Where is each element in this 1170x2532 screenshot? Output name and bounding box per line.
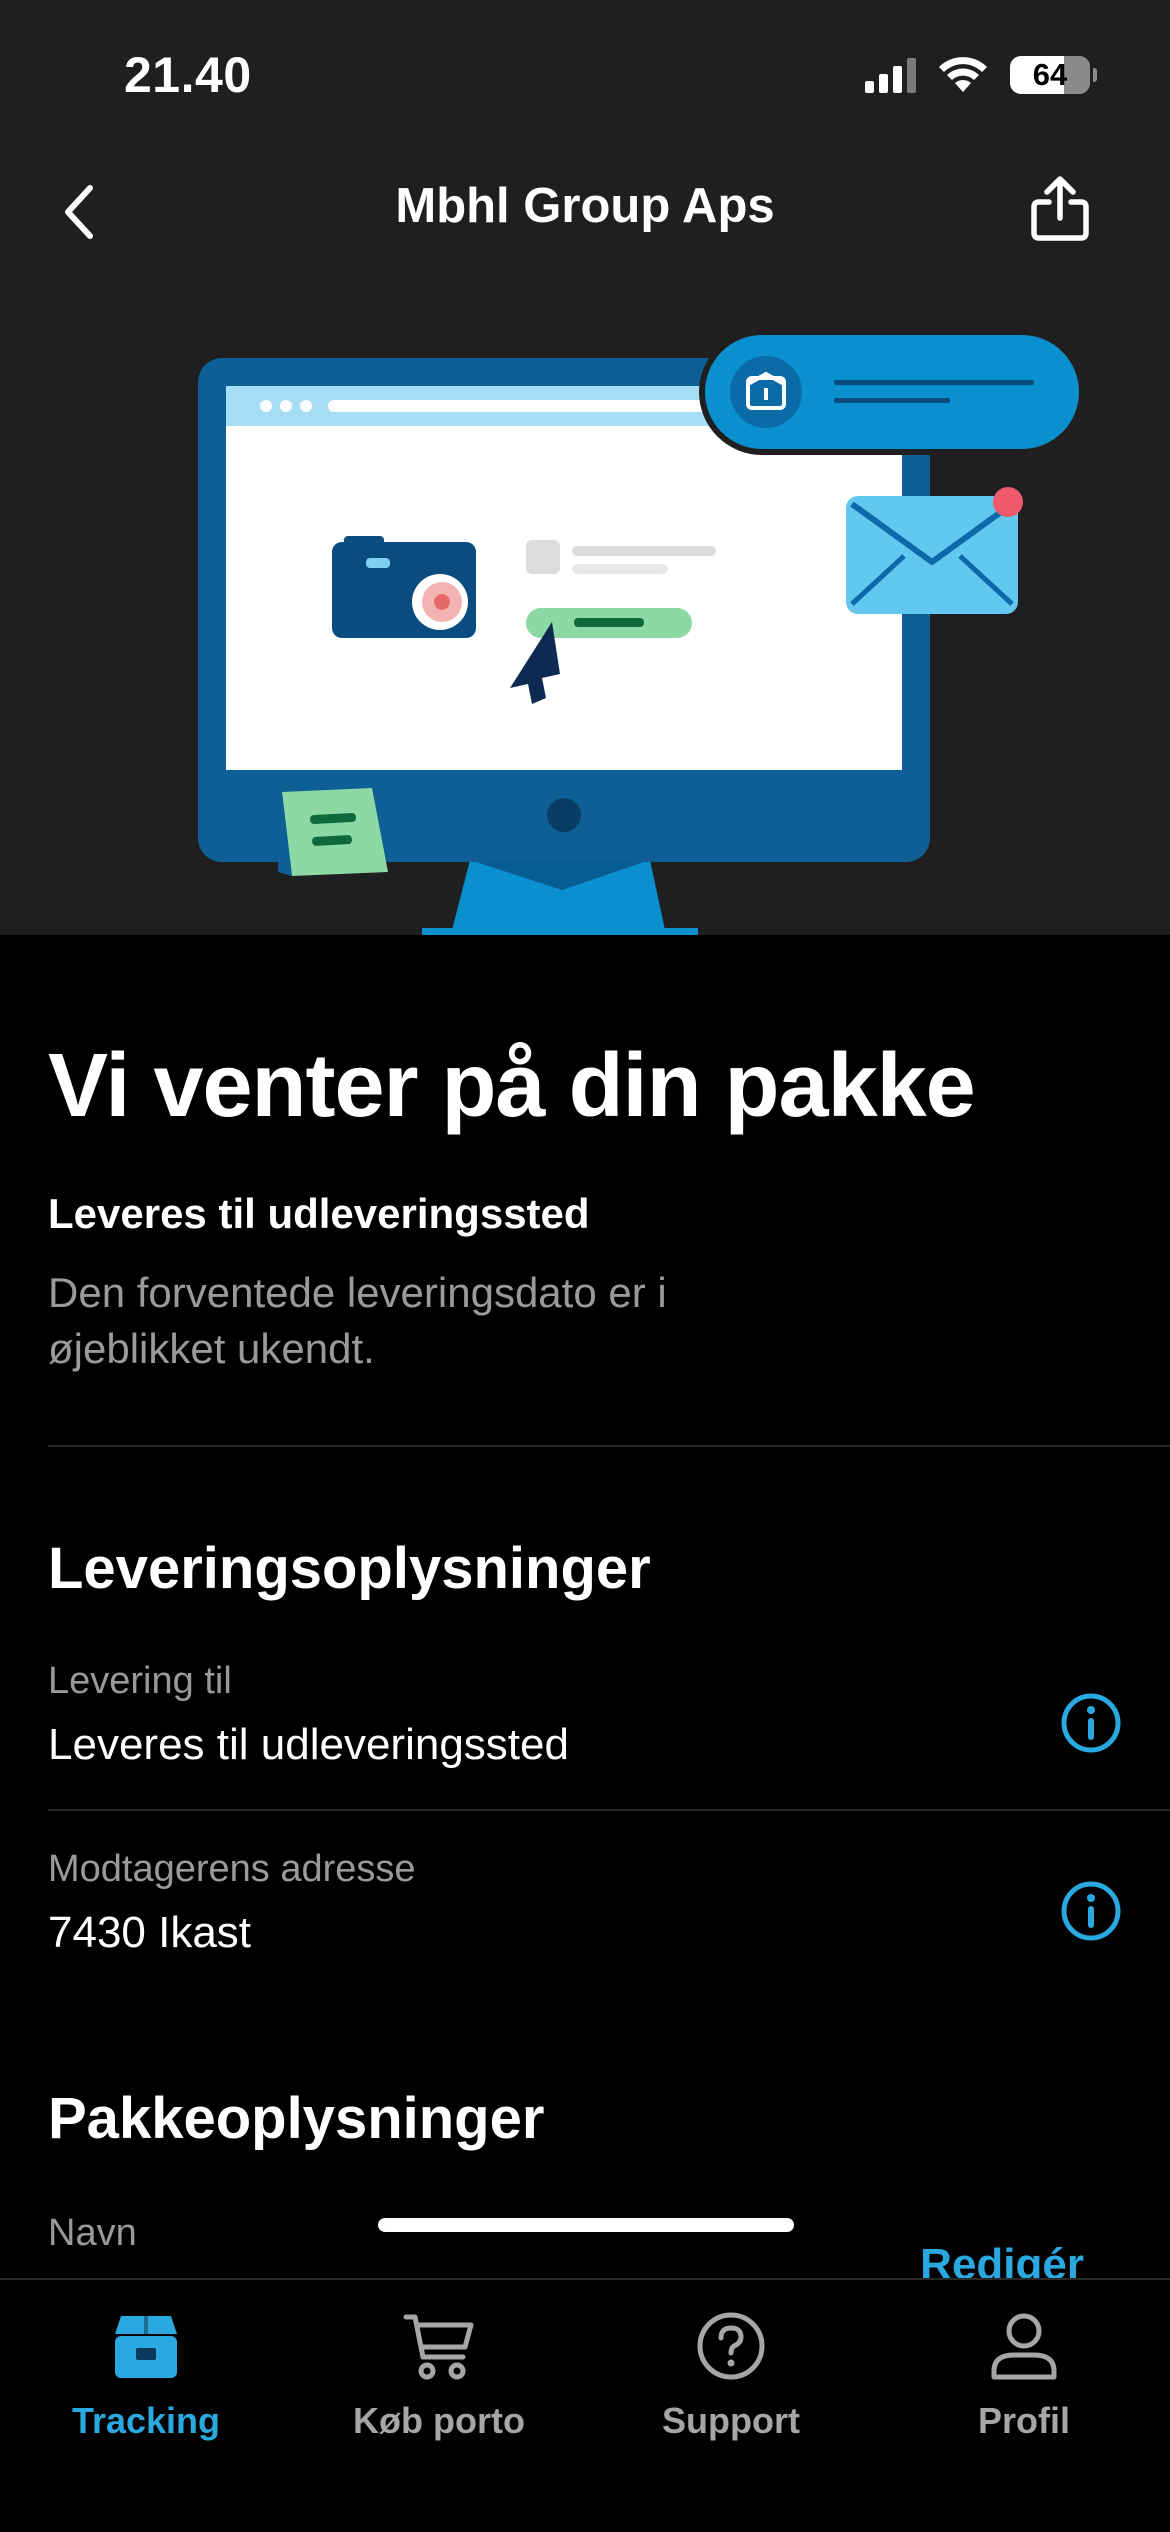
cart-icon [403,2314,474,2380]
status-time: 21.40 [124,47,252,103]
tab-label: Køb porto [353,2400,525,2441]
recipient-address-row[interactable]: Modtagerens adresse 7430 Ikast [48,1848,1122,1998]
name-label: Navn [48,2212,137,2254]
divider [48,1445,1170,1447]
package-info-heading: Pakkeoplysninger [48,2086,545,2151]
tab-profile[interactable]: Profil [894,2306,1154,2442]
package-icon [115,2316,177,2378]
tab-tracking[interactable]: Tracking [16,2306,276,2442]
nav-header: Mbhl Group Aps [0,160,1170,270]
wifi-icon [939,57,987,92]
help-icon [697,2312,765,2380]
page-title: Mbhl Group Aps [395,179,775,233]
home-indicator[interactable] [378,2218,794,2232]
delivery-method: Leveres til udleveringssted [48,1190,590,1237]
signal-icon [865,57,916,93]
battery-level: 64 [1032,57,1068,92]
tab-support[interactable]: Support [601,2306,861,2442]
delivery-info-heading: Leveringsoplysninger [48,1536,651,1601]
status-icons: 64 [865,56,1097,94]
computer-monitor-illustration [0,300,1170,935]
info-icon[interactable] [1060,1692,1122,1754]
row-value: Leveres til udleveringssted [48,1720,569,1769]
row-label: Levering til [48,1660,232,1702]
delivery-to-row[interactable]: Levering til Leveres til udleveringssted [48,1660,1122,1810]
person-icon [991,2313,1057,2380]
share-icon [1031,176,1089,241]
status-bar: 21.40 64 [0,0,1170,150]
tab-label: Support [662,2400,800,2441]
tab-bar: Tracking Køb porto Support Profil [0,2278,1170,2532]
row-value: 7430 Ikast [48,1908,252,1957]
share-button[interactable] [1020,168,1100,248]
battery-icon: 64 [1010,56,1097,94]
tab-label: Tracking [71,2400,221,2441]
tab-label: Profil [977,2400,1070,2441]
screen: 21.40 64 Mbhl Group Aps Vi venter på din… [0,0,1170,2532]
row-label: Modtagerens adresse [48,1848,416,1890]
delivery-note: Den forventede leveringsdato er i øjebli… [48,1269,667,1372]
tab-buy-postage[interactable]: Køb porto [309,2306,569,2442]
divider [48,1809,1170,1811]
status-heading: Vi venter på din pakke [48,1036,976,1136]
info-icon[interactable] [1060,1880,1122,1942]
